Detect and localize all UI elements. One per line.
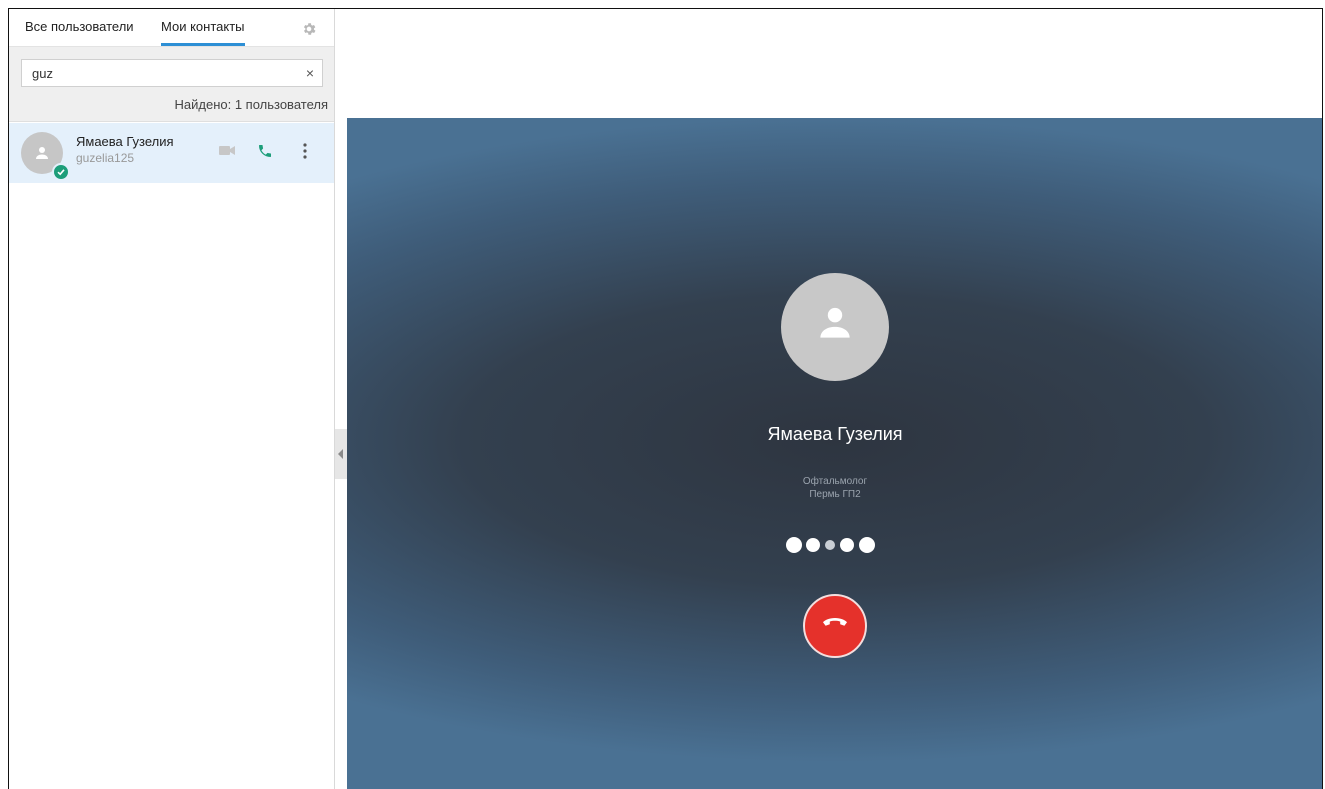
tab-my-contacts[interactable]: Мои контакты xyxy=(161,19,245,46)
progress-dot xyxy=(825,540,835,550)
sidebar-collapse-handle[interactable] xyxy=(335,429,347,479)
check-icon xyxy=(57,169,65,176)
progress-dot xyxy=(786,537,802,553)
progress-dot xyxy=(859,537,875,553)
outgoing-call-panel: Ямаева Гузелия Офтальмолог Пермь ГП2 xyxy=(347,118,1322,789)
chevron-left-icon xyxy=(338,449,343,459)
callee-avatar xyxy=(781,273,889,381)
tab-all-users[interactable]: Все пользователи xyxy=(25,19,134,34)
contacts-sidebar: Все пользователи Мои контакты × Найдено:… xyxy=(9,9,335,789)
clear-search-icon[interactable]: × xyxy=(306,65,314,81)
person-icon xyxy=(820,307,850,338)
contact-login: guzelia125 xyxy=(76,151,135,165)
contact-list-item[interactable]: Ямаева Гузелия guzelia125 xyxy=(9,123,334,183)
callee-organization: Пермь ГП2 xyxy=(809,489,861,500)
callee-name: Ямаева Гузелия xyxy=(767,424,903,444)
calling-progress-dots xyxy=(786,537,875,553)
gear-icon[interactable] xyxy=(301,21,317,37)
search-result-count: Найдено: 1 пользователя xyxy=(174,97,329,112)
hangup-icon xyxy=(823,618,847,626)
phone-icon[interactable] xyxy=(257,143,273,159)
search-area: × Найдено: 1 пользователя xyxy=(9,47,334,122)
hangup-button[interactable] xyxy=(803,594,867,658)
progress-dot xyxy=(840,538,854,552)
video-call-icon[interactable] xyxy=(219,145,235,156)
callee-role: Офтальмолог xyxy=(802,476,868,487)
app-window: Все пользователи Мои контакты × Найдено:… xyxy=(8,8,1323,789)
online-status-badge xyxy=(52,163,70,181)
search-box: × xyxy=(21,59,323,87)
contact-name: Ямаева Гузелия xyxy=(76,134,174,149)
search-input[interactable] xyxy=(22,60,292,86)
tabs-bar: Все пользователи Мои контакты xyxy=(9,9,334,47)
main-area: Ямаева Гузелия Офтальмолог Пермь ГП2 xyxy=(347,9,1322,789)
more-vertical-icon[interactable] xyxy=(303,143,307,159)
person-icon xyxy=(36,147,48,159)
progress-dot xyxy=(806,538,820,552)
